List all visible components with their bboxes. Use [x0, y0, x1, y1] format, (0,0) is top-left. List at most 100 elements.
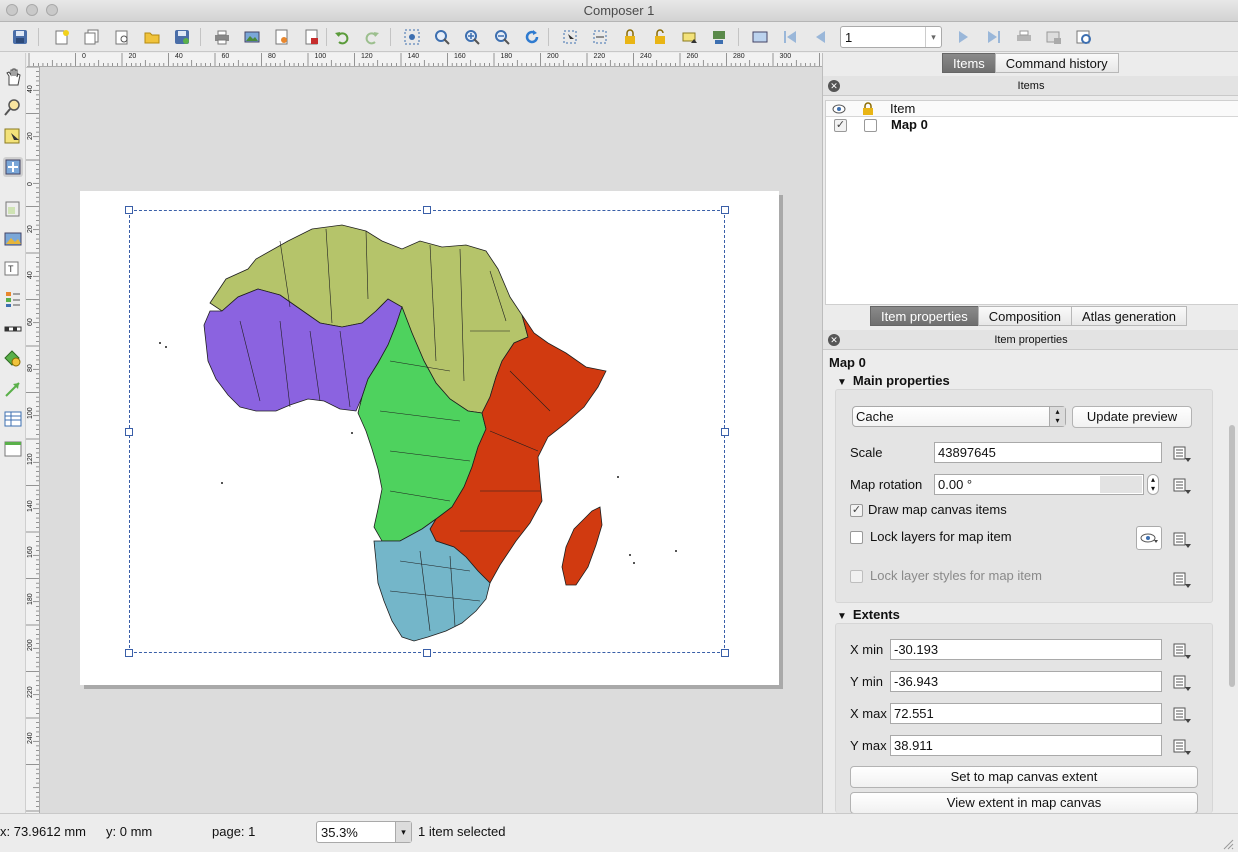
- item-visible-checkbox[interactable]: ✓: [834, 119, 847, 132]
- print-icon[interactable]: [212, 27, 232, 47]
- xmin-field[interactable]: -30.193: [890, 639, 1162, 660]
- new-composer-icon[interactable]: [52, 27, 72, 47]
- zoom-full-icon[interactable]: [402, 27, 422, 47]
- export-pdf-icon[interactable]: [302, 27, 322, 47]
- properties-tabbar: Item properties Composition Atlas genera…: [870, 306, 1187, 326]
- refresh-icon[interactable]: [522, 27, 542, 47]
- add-legend-icon[interactable]: [3, 289, 23, 309]
- data-defined-override-icon[interactable]: [1172, 570, 1192, 590]
- data-defined-override-icon[interactable]: [1172, 705, 1192, 725]
- add-html-icon[interactable]: [3, 439, 23, 459]
- add-map-icon[interactable]: [3, 199, 23, 219]
- move-content-tool-icon[interactable]: [3, 157, 23, 177]
- view-extent-button[interactable]: View extent in map canvas: [850, 792, 1198, 814]
- resize-handle-right[interactable]: [721, 428, 729, 436]
- zoom-actual-icon[interactable]: [432, 27, 452, 47]
- close-icon[interactable]: ✕: [828, 80, 840, 92]
- pan-tool-icon[interactable]: [3, 67, 23, 87]
- ruler-label: 20: [128, 53, 137, 60]
- add-table-icon[interactable]: [3, 409, 23, 429]
- save-template-icon[interactable]: [172, 27, 192, 47]
- data-defined-override-icon[interactable]: [1172, 737, 1192, 757]
- previous-feature-icon[interactable]: [810, 27, 830, 47]
- deselect-icon[interactable]: [590, 27, 610, 47]
- xmax-field[interactable]: 72.551: [890, 703, 1162, 724]
- scale-field[interactable]: 43897645: [934, 442, 1162, 463]
- composer-canvas[interactable]: [40, 67, 822, 813]
- add-label-icon[interactable]: T: [3, 259, 23, 279]
- atlas-print-icon[interactable]: [1014, 27, 1034, 47]
- map-item-frame[interactable]: [129, 210, 725, 653]
- extents-header[interactable]: ▼ Extents: [837, 607, 900, 622]
- rotation-spin-area: [1100, 476, 1142, 493]
- page-dropdown-chevron-icon[interactable]: ▾: [925, 27, 941, 47]
- preview-mode-select[interactable]: Cache ▴ ▾: [852, 406, 1066, 427]
- duplicate-composer-icon[interactable]: [82, 27, 102, 47]
- export-svg-icon[interactable]: [272, 27, 292, 47]
- atlas-preview-icon[interactable]: [750, 27, 770, 47]
- rotation-stepper[interactable]: ▴ ▾: [1147, 474, 1159, 495]
- lock-styles-checkbox[interactable]: [850, 570, 863, 583]
- item-lock-checkbox[interactable]: [864, 119, 877, 132]
- update-preview-button[interactable]: Update preview: [1072, 406, 1192, 428]
- last-feature-icon[interactable]: [984, 27, 1004, 47]
- list-item[interactable]: ✓ Map 0: [826, 117, 1238, 135]
- zoom-chevron-down-icon[interactable]: ▾: [395, 822, 411, 842]
- main-properties-group: Cache ▴ ▾ Update preview Scale 43897645 M…: [835, 389, 1213, 603]
- zoom-combo[interactable]: 35.3% ▾: [316, 821, 412, 843]
- data-defined-override-icon[interactable]: [1172, 641, 1192, 661]
- tab-command-history[interactable]: Command history: [994, 53, 1119, 73]
- export-image-icon[interactable]: [242, 27, 262, 47]
- tab-atlas-generation[interactable]: Atlas generation: [1070, 306, 1187, 326]
- undo-icon[interactable]: [332, 27, 352, 47]
- first-feature-icon[interactable]: [780, 27, 800, 47]
- composer-manager-icon[interactable]: [112, 27, 132, 47]
- resize-handle-bottom-right[interactable]: [721, 649, 729, 657]
- add-arrow-icon[interactable]: [3, 379, 23, 399]
- ymax-field[interactable]: 38.911: [890, 735, 1162, 756]
- tab-composition[interactable]: Composition: [977, 306, 1072, 326]
- properties-scrollbar[interactable]: [1229, 425, 1235, 687]
- save-icon[interactable]: [10, 27, 30, 47]
- layer-visibility-presets-button[interactable]: [1136, 526, 1162, 550]
- resize-grip-icon[interactable]: [1222, 838, 1234, 850]
- load-template-icon[interactable]: [142, 27, 162, 47]
- add-shape-icon[interactable]: [3, 349, 23, 369]
- unlock-icon[interactable]: [650, 27, 670, 47]
- atlas-page-input[interactable]: 1 ▾: [840, 26, 942, 48]
- align-icon[interactable]: [710, 27, 730, 47]
- select-all-icon[interactable]: [560, 27, 580, 47]
- xmin-label: X min: [850, 642, 884, 657]
- zoom-out-icon[interactable]: [492, 27, 512, 47]
- resize-handle-top-left[interactable]: [125, 206, 133, 214]
- atlas-settings-icon[interactable]: [1074, 27, 1094, 47]
- tab-items[interactable]: Items: [942, 53, 996, 73]
- resize-handle-bottom-left[interactable]: [125, 649, 133, 657]
- ymin-field[interactable]: -36.943: [890, 671, 1162, 692]
- redo-icon[interactable]: [362, 27, 382, 47]
- data-defined-override-icon[interactable]: [1172, 673, 1192, 693]
- next-feature-icon[interactable]: [954, 27, 974, 47]
- data-defined-override-icon[interactable]: [1172, 476, 1192, 496]
- raise-icon[interactable]: [680, 27, 700, 47]
- resize-handle-bottom[interactable]: [423, 649, 431, 657]
- add-scalebar-icon[interactable]: [3, 319, 23, 339]
- data-defined-override-icon[interactable]: [1172, 444, 1192, 464]
- ruler-label: 300: [779, 53, 792, 60]
- main-properties-header[interactable]: ▼ Main properties: [837, 373, 950, 388]
- draw-canvas-items-checkbox[interactable]: ✓: [850, 504, 863, 517]
- zoom-tool-icon[interactable]: [3, 97, 23, 117]
- lock-layers-checkbox[interactable]: [850, 531, 863, 544]
- atlas-export-icon[interactable]: [1044, 27, 1064, 47]
- select-tool-icon[interactable]: [3, 127, 23, 147]
- resize-handle-top[interactable]: [423, 206, 431, 214]
- set-to-canvas-extent-button[interactable]: Set to map canvas extent: [850, 766, 1198, 788]
- zoom-in-icon[interactable]: [462, 27, 482, 47]
- tab-item-properties[interactable]: Item properties: [870, 306, 979, 326]
- close-icon[interactable]: ✕: [828, 334, 840, 346]
- add-image-icon[interactable]: [3, 229, 23, 249]
- lock-icon[interactable]: [620, 27, 640, 47]
- resize-handle-left[interactable]: [125, 428, 133, 436]
- resize-handle-top-right[interactable]: [721, 206, 729, 214]
- data-defined-override-icon[interactable]: [1172, 530, 1192, 550]
